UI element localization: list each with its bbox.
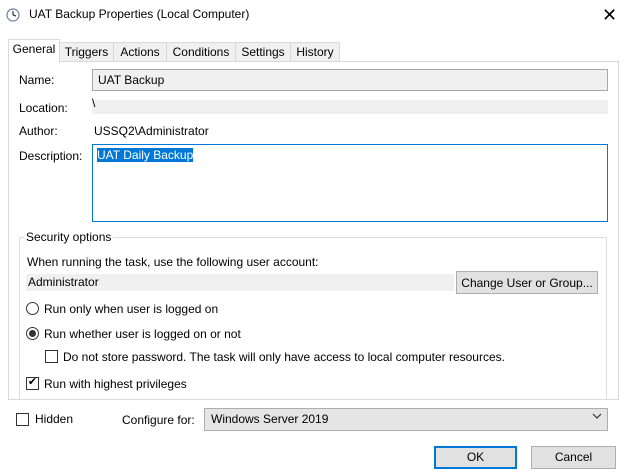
- title-bar: UAT Backup Properties (Local Computer) ✕: [0, 0, 627, 31]
- tab-conditions[interactable]: Conditions: [166, 42, 236, 62]
- task-scheduler-clock-icon: [6, 8, 20, 22]
- radio-run-only-when-logged-on-label[interactable]: Run only when user is logged on: [44, 302, 218, 316]
- description-label: Description:: [19, 149, 83, 163]
- close-icon: ✕: [601, 5, 618, 25]
- description-text: UAT Daily Backup: [97, 148, 194, 162]
- checkbox-run-highest-privileges[interactable]: ✔: [26, 376, 39, 390]
- user-account-field: Administrator: [26, 274, 454, 291]
- checkbox-hidden-label[interactable]: Hidden: [35, 412, 73, 426]
- configure-for-select[interactable]: Windows Server 2019: [204, 408, 608, 431]
- configure-for-label: Configure for:: [122, 413, 195, 427]
- tab-settings[interactable]: Settings: [235, 42, 291, 62]
- checkbox-do-not-store-password-label[interactable]: Do not store password. The task will onl…: [63, 350, 505, 364]
- close-button[interactable]: ✕: [592, 0, 627, 30]
- checkbox-do-not-store-password[interactable]: [45, 350, 58, 363]
- description-field[interactable]: UAT Daily Backup: [92, 144, 608, 222]
- author-label: Author:: [19, 124, 58, 138]
- ok-button[interactable]: OK: [434, 446, 517, 469]
- configure-for-value: Windows Server 2019: [211, 412, 329, 426]
- tab-general[interactable]: General: [8, 39, 60, 63]
- name-field[interactable]: UAT Backup: [92, 69, 608, 91]
- checkbox-hidden[interactable]: [16, 413, 29, 426]
- change-user-or-group-button[interactable]: Change User or Group...: [456, 271, 598, 294]
- chevron-down-icon: [592, 412, 602, 423]
- checkbox-run-highest-privileges-label[interactable]: Run with highest privileges: [44, 377, 187, 391]
- cancel-button[interactable]: Cancel: [531, 446, 616, 469]
- radio-run-whether-logged-on[interactable]: [26, 327, 39, 340]
- name-label: Name:: [19, 73, 55, 87]
- tab-actions[interactable]: Actions: [113, 42, 167, 62]
- account-prompt: When running the task, use the following…: [27, 255, 319, 269]
- author-value: USSQ2\Administrator: [94, 124, 209, 138]
- radio-run-only-when-logged-on[interactable]: [26, 302, 39, 315]
- location-value: \: [92, 96, 96, 110]
- tab-history[interactable]: History: [290, 42, 340, 62]
- security-options-legend: Security options: [24, 230, 114, 244]
- checkmark-icon: ✔: [27, 376, 38, 388]
- location-field: \: [92, 96, 608, 114]
- tab-triggers[interactable]: Triggers: [59, 42, 114, 62]
- radio-selected-dot: [29, 330, 36, 337]
- radio-run-whether-logged-on-label[interactable]: Run whether user is logged on or not: [44, 327, 241, 341]
- location-label: Location:: [19, 101, 68, 115]
- window-title: UAT Backup Properties (Local Computer): [29, 7, 250, 21]
